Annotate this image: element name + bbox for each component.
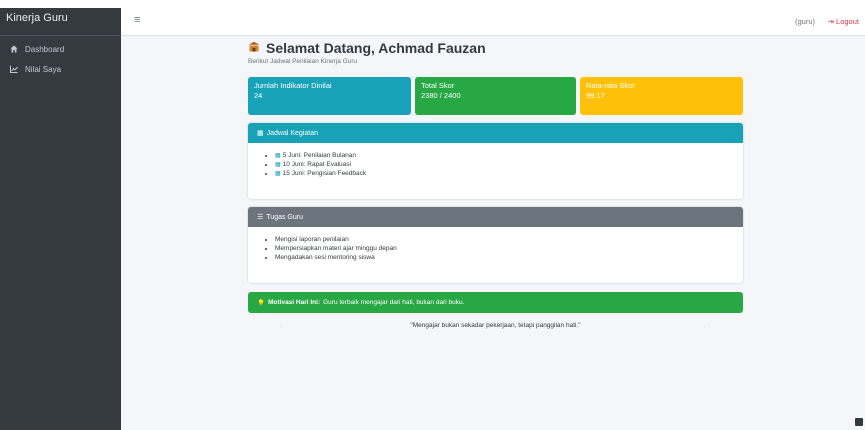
jadwal-header: ▦ Jadwal Kegiatan: [248, 123, 743, 143]
stat-value: 2380 / 2400: [421, 91, 461, 100]
sidebar-item-dashboard[interactable]: Dashboard: [0, 39, 121, 59]
tugas-title: Tugas Guru: [266, 213, 303, 221]
stat-value: 24: [254, 91, 263, 100]
sidebar: Kinerja Guru Dashboard Nilai Saya: [0, 8, 121, 430]
calendar-mini-icon: ▦: [275, 162, 281, 168]
corner-widget-icon[interactable]: [855, 418, 863, 426]
page-title: Selamat Datang, Achmad Fauzan: [248, 40, 486, 56]
page-title-text: Selamat Datang, Achmad Fauzan: [266, 40, 486, 56]
calendar-icon: ▦: [257, 130, 264, 137]
page-subtitle: Berikut Jadwal Penilaian Kinerja Guru: [248, 58, 358, 65]
hamburger-icon[interactable]: ≡: [134, 14, 140, 26]
logout-label: Logout: [836, 17, 859, 26]
tasks-icon: ☰: [257, 214, 264, 221]
sidebar-item-label: Dashboard: [25, 44, 65, 54]
logout-link[interactable]: ⇥ Logout: [828, 17, 859, 26]
list-item: Mengisi laporan penilaian: [275, 235, 743, 244]
tugas-body: Mengisi laporan penilaian Mempersiapkan …: [248, 227, 743, 262]
chart-line-icon: [10, 65, 22, 73]
quote-text: "Mengajar bukan sekadar pekerjaan, tetap…: [410, 322, 581, 329]
stat-total-skor: Total Skor 2380 / 2400: [415, 77, 576, 115]
user-role: (guru): [794, 17, 815, 26]
stat-label: Total Skor: [421, 81, 455, 90]
tugas-header: ☰ Tugas Guru: [248, 207, 743, 227]
stat-value: 99.17: [586, 91, 605, 100]
calendar-mini-icon: ▦: [275, 171, 281, 177]
sidebar-nav: Dashboard Nilai Saya: [0, 36, 121, 79]
brand-title[interactable]: Kinerja Guru: [0, 8, 121, 36]
jadwal-body: ▦5 Juni: Penilaian Bulanan ▦10 Juni: Rap…: [248, 143, 743, 178]
top-navbar: ≡ (guru) ⇥ Logout: [121, 8, 865, 36]
stat-indikator: Jumlah Indikator Dinilai 24: [248, 77, 411, 115]
jadwal-title: Jadwal Kegiatan: [266, 129, 318, 137]
tugas-card: ☰ Tugas Guru Mengisi laporan penilaian M…: [248, 207, 743, 283]
home-icon: [10, 45, 22, 53]
lightbulb-icon: 💡: [257, 299, 266, 307]
top-strip: [0, 0, 865, 8]
list-item: ▦15 Juni: Pengisian Feedback: [275, 169, 743, 178]
sidebar-item-nilai-saya[interactable]: Nilai Saya: [0, 59, 121, 79]
motivasi-text: Guru terbaik mengajar dari hati, bukan d…: [323, 299, 465, 306]
school-icon: [248, 41, 260, 56]
carousel-next-icon[interactable]: ›: [703, 322, 706, 331]
stat-label: Jumlah Indikator Dinilai: [254, 81, 332, 90]
jadwal-card: ▦ Jadwal Kegiatan ▦5 Juni: Penilaian Bul…: [248, 123, 743, 199]
list-item: Mempersiapkan materi ajar minggu depan: [275, 244, 743, 253]
list-item: ▦10 Juni: Rapat Evaluasi: [275, 160, 743, 169]
motivasi-alert: 💡 Motivasi Hari Ini: Guru terbaik mengaj…: [248, 292, 743, 313]
list-item: Mengadakan sesi mentoring siswa: [275, 253, 743, 262]
sidebar-item-label: Nilai Saya: [25, 64, 62, 74]
calendar-mini-icon: ▦: [275, 153, 281, 159]
tugas-list: Mengisi laporan penilaian Mempersiapkan …: [275, 235, 743, 262]
list-item: ▦5 Juni: Penilaian Bulanan: [275, 151, 743, 160]
main-content: Selamat Datang, Achmad Fauzan Berikut Ja…: [121, 36, 865, 430]
logout-icon: ⇥: [827, 17, 834, 26]
stat-label: Rata-rata Skor: [586, 81, 635, 90]
motivasi-label: Motivasi Hari Ini:: [268, 299, 321, 306]
jadwal-list: ▦5 Juni: Penilaian Bulanan ▦10 Juni: Rap…: [275, 151, 743, 178]
stat-rata-rata: Rata-rata Skor 99.17: [580, 77, 743, 115]
